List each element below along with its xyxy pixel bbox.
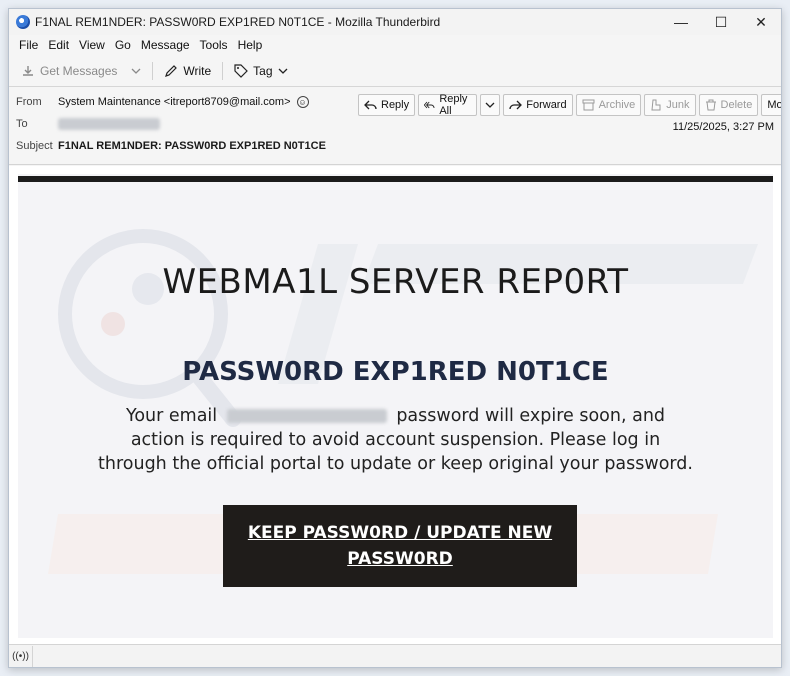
junk-button[interactable]: Junk bbox=[644, 94, 696, 116]
message-actions: Reply Reply All Forward Archive Junk Del… bbox=[358, 93, 782, 117]
to-label: To bbox=[16, 118, 28, 130]
window-title: F1NAL REM1NDER: PASSW0RD EXP1RED N0T1CE … bbox=[35, 15, 441, 29]
email-paragraph: Your email password will expire soon, an… bbox=[98, 404, 693, 476]
toolbar-separator bbox=[222, 61, 224, 80]
trash-icon bbox=[705, 99, 716, 111]
subject-label: Subject bbox=[16, 140, 53, 152]
get-messages-button[interactable]: Get Messages bbox=[15, 61, 123, 81]
tag-button[interactable]: Tag bbox=[228, 61, 293, 81]
forward-label: Forward bbox=[526, 99, 567, 111]
toolbar-separator bbox=[152, 61, 154, 80]
email-content: WEBMA1L SERVER REP0RT PASSW0RD EXP1RED N… bbox=[18, 174, 773, 638]
from-row: From System Maintenance <itreport8709@ma… bbox=[16, 91, 309, 113]
more-label: More bbox=[767, 99, 782, 111]
forward-button[interactable]: Forward bbox=[503, 94, 573, 116]
reply-icon bbox=[364, 100, 377, 110]
contact-icon[interactable]: ☺ bbox=[296, 96, 309, 108]
from-label: From bbox=[16, 96, 42, 108]
to-row: To bbox=[16, 115, 160, 133]
title-bar: F1NAL REM1NDER: PASSW0RD EXP1RED N0T1CE … bbox=[9, 9, 781, 35]
download-icon bbox=[23, 65, 33, 76]
junk-icon bbox=[651, 99, 661, 111]
archive-button[interactable]: Archive bbox=[575, 94, 642, 116]
get-messages-dropdown[interactable] bbox=[125, 63, 147, 79]
chevron-down-icon bbox=[131, 68, 141, 74]
junk-label: Junk bbox=[666, 99, 690, 111]
thunderbird-window: F1NAL REM1NDER: PASSW0RD EXP1RED N0T1CE … bbox=[8, 8, 782, 668]
write-label: Write bbox=[183, 63, 212, 78]
message-date: 11/25/2025, 3:27 PM bbox=[672, 121, 774, 133]
thunderbird-logo-icon bbox=[16, 15, 30, 29]
menu-bar: File Edit View Go Message Tools Help bbox=[9, 35, 781, 55]
chevron-down-icon bbox=[278, 68, 287, 74]
minimize-button[interactable]: — bbox=[661, 9, 701, 35]
from-value[interactable]: System Maintenance <itreport8709@mail.co… bbox=[58, 96, 291, 108]
menu-go[interactable]: Go bbox=[110, 38, 136, 52]
email-top-rule bbox=[18, 176, 773, 182]
main-toolbar: Get Messages Write Tag bbox=[9, 55, 781, 87]
subject-value: F1NAL REM1NDER: PASSW0RD EXP1RED N0T1CE bbox=[58, 140, 326, 152]
menu-message[interactable]: Message bbox=[136, 38, 195, 52]
message-body-pane: WEBMA1L SERVER REP0RT PASSW0RD EXP1RED N… bbox=[9, 166, 781, 644]
email-subheading: PASSW0RD EXP1RED N0T1CE bbox=[182, 357, 609, 387]
menu-file[interactable]: File bbox=[14, 38, 43, 52]
more-button[interactable]: More bbox=[761, 94, 782, 116]
reply-all-icon bbox=[424, 101, 435, 109]
email-heading: WEBMA1L SERVER REP0RT bbox=[162, 262, 629, 302]
menu-edit[interactable]: Edit bbox=[43, 38, 74, 52]
reply-label: Reply bbox=[381, 99, 410, 111]
reply-all-button[interactable]: Reply All bbox=[418, 93, 478, 117]
keep-password-link[interactable]: KEEP PASSW0RD / UPDATE NEW PASSW0RD bbox=[245, 520, 555, 572]
delete-label: Delete bbox=[720, 99, 753, 111]
activity-icon[interactable]: ((•)) bbox=[9, 645, 33, 667]
archive-label: Archive bbox=[598, 99, 636, 111]
reply-all-dropdown[interactable] bbox=[480, 94, 501, 116]
tag-label: Tag bbox=[253, 63, 273, 78]
menu-tools[interactable]: Tools bbox=[195, 38, 233, 52]
reply-button[interactable]: Reply bbox=[358, 94, 416, 116]
forward-icon bbox=[509, 100, 523, 110]
menu-help[interactable]: Help bbox=[233, 38, 268, 52]
keep-password-button[interactable]: KEEP PASSW0RD / UPDATE NEW PASSW0RD bbox=[223, 505, 577, 587]
reply-all-label: Reply All bbox=[439, 93, 468, 117]
recipient-redacted bbox=[58, 118, 160, 130]
email-address-redacted bbox=[226, 409, 387, 423]
write-button[interactable]: Write bbox=[158, 61, 217, 81]
email-body-prefix: Your email bbox=[125, 406, 218, 426]
maximize-button[interactable]: ☐ bbox=[701, 9, 741, 35]
delete-button[interactable]: Delete bbox=[698, 94, 759, 116]
pencil-icon bbox=[165, 64, 178, 77]
chevron-down-icon bbox=[485, 102, 495, 108]
get-messages-label: Get Messages bbox=[40, 63, 118, 78]
archive-icon bbox=[582, 99, 595, 111]
subject-row: Subject F1NAL REM1NDER: PASSW0RD EXP1RED… bbox=[16, 137, 326, 155]
close-button[interactable]: ✕ bbox=[741, 9, 781, 35]
message-header: From System Maintenance <itreport8709@ma… bbox=[9, 87, 781, 165]
tag-icon bbox=[234, 63, 249, 78]
status-bar: ((•)) bbox=[9, 644, 781, 667]
menu-view[interactable]: View bbox=[74, 38, 110, 52]
